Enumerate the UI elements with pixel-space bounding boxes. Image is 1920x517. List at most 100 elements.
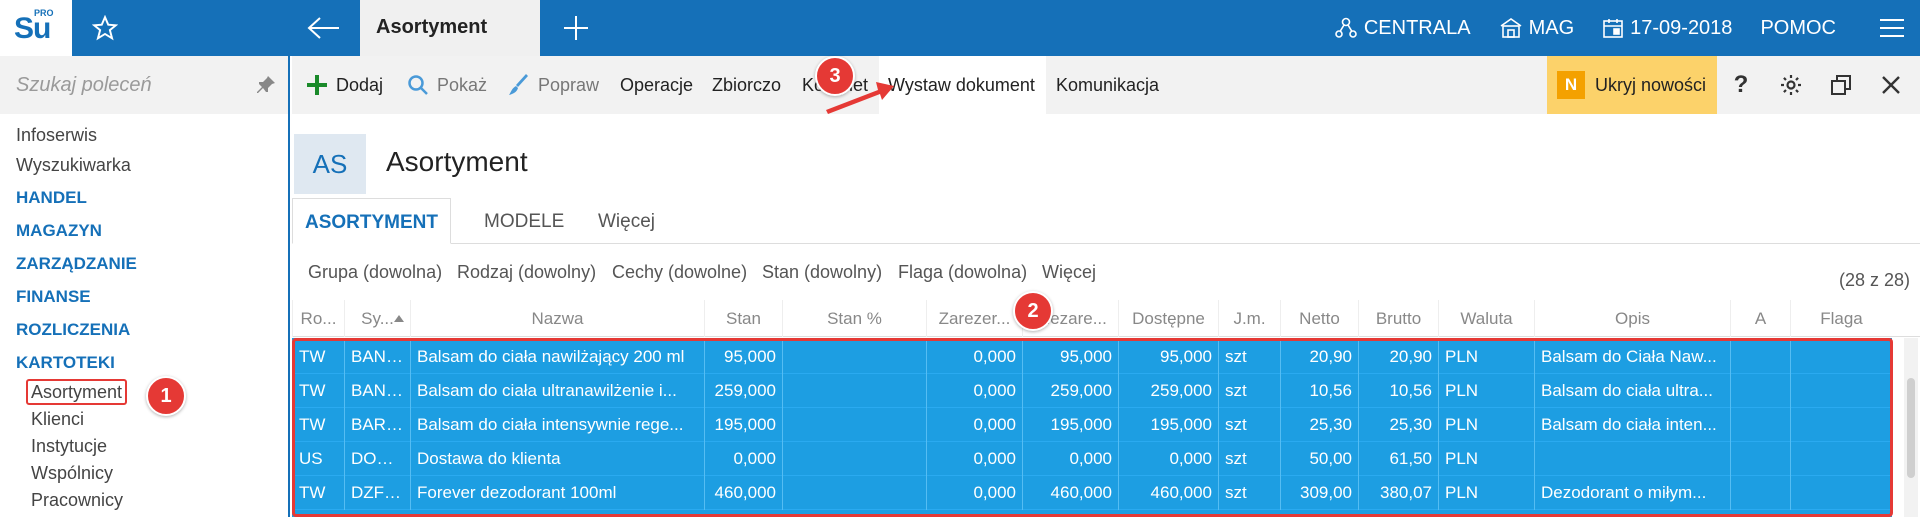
sidebar-section-handel[interactable]: HANDEL [0, 181, 288, 214]
cell-col-zarezerwowane: 0,000 [926, 340, 1022, 374]
header-col-rodzaj[interactable]: Ro... [292, 300, 344, 337]
cell-col-jm: szt [1218, 374, 1280, 408]
table-row[interactable]: US DOST... Dostawa do klienta 0,000 0,000 0,0… [292, 442, 1892, 476]
cell-col-flaga [1790, 408, 1892, 442]
cell-col-opis: Balsam do Ciała Naw... [1534, 340, 1730, 374]
help-icon[interactable]: ? [1716, 56, 1766, 114]
header-col-jm[interactable]: J.m. [1218, 300, 1280, 337]
header-col-brutto[interactable]: Brutto [1358, 300, 1438, 337]
warehouse-mag[interactable]: MAG [1499, 16, 1574, 40]
header-col-stan[interactable]: Stan [704, 300, 782, 337]
cell-col-niezarezerwowane: 0,000 [1022, 442, 1118, 476]
hide-news-button[interactable]: N Ukryj nowości [1547, 56, 1717, 114]
grid-header: Ro... Sy... Nazwa Stan Stan % Zarezer... Nieza… [292, 300, 1920, 337]
table-row[interactable]: TW BARE... Balsam do ciała intensywnie reg… [292, 408, 1892, 442]
cell-col-brutto: 25,30 [1358, 408, 1438, 442]
show-button[interactable]: Pokaż [407, 56, 487, 114]
company-centrala[interactable]: CENTRALA [1334, 16, 1471, 40]
annotation-badge-2: 2 [1013, 291, 1053, 331]
header-col-nazwa[interactable]: Nazwa [410, 300, 704, 337]
sidebar-item-pracownicy[interactable]: Pracownicy [0, 487, 288, 514]
table-row[interactable]: TW BANA... Balsam do ciała nawilżający 200… [292, 340, 1892, 374]
filter-group[interactable]: Grupa (dowolna) [308, 252, 442, 296]
cell-col-symbol: BANA... [344, 340, 410, 374]
cell-col-stan: 195,000 [704, 408, 782, 442]
add-label: Dodaj [336, 74, 384, 95]
filter-flag[interactable]: Flaga (dowolna) [898, 252, 1027, 296]
table-row[interactable]: TW BANA... Balsam do ciała ultranawilżenie… [292, 374, 1892, 408]
filter-more[interactable]: Więcej [1042, 252, 1096, 296]
sidebar-section-magazyn[interactable]: MAGAZYN [0, 214, 288, 247]
header-col-flaga[interactable]: Flaga [1790, 300, 1892, 337]
sidebar-item-wspolnicy[interactable]: Wspólnicy [0, 460, 288, 487]
header-col-waluta[interactable]: Waluta [1438, 300, 1534, 337]
issue-document-button[interactable]: Wystaw dokument [888, 56, 1035, 114]
favorites-star-icon[interactable] [72, 0, 138, 56]
sidebar-item-klienci[interactable]: Klienci [0, 406, 288, 433]
cell-col-stan: 259,000 [704, 374, 782, 408]
filter-stock[interactable]: Stan (dowolny) [762, 252, 882, 296]
cell-col-opis: Balsam do ciała ultra... [1534, 374, 1730, 408]
help-menu[interactable]: POMOC [1760, 17, 1836, 40]
sidebar-item-instytucje[interactable]: Instytucje [0, 433, 288, 460]
edit-label: Popraw [538, 74, 600, 95]
header-col-a[interactable]: A [1730, 300, 1790, 337]
sidebar-section-rozliczenia[interactable]: ROZLICZENIA [0, 313, 288, 346]
cell-col-jm: szt [1218, 408, 1280, 442]
hamburger-menu-icon[interactable] [1864, 0, 1920, 56]
grid-vertical-scrollbar[interactable] [1904, 338, 1918, 517]
header-col-netto[interactable]: Netto [1280, 300, 1358, 337]
edit-button[interactable]: Popraw [508, 56, 599, 114]
pin-icon[interactable] [256, 75, 276, 100]
table-row[interactable]: TW DZFO... Forever dezodorant 100ml 460,000… [292, 476, 1892, 510]
sidebar-section-finanse[interactable]: FINANSE [0, 280, 288, 313]
sidebar-item-wyszukiwarka[interactable]: Wyszukiwarka [0, 150, 288, 181]
work-date[interactable]: 17-09-2018 [1602, 17, 1732, 40]
filter-type[interactable]: Rodzaj (dowolny) [457, 252, 596, 296]
sort-ascending-icon [394, 315, 404, 322]
cell-col-zarezerwowane: 0,000 [926, 374, 1022, 408]
sidebar-section-zarzadzanie[interactable]: ZARZĄDZANIE [0, 247, 288, 280]
view-tabs: ASORTYMENT MODELE Więcej [292, 198, 1920, 244]
restore-window-icon[interactable] [1816, 56, 1866, 114]
cell-col-rodzaj: TW [292, 340, 344, 374]
scrollbar-thumb[interactable] [1907, 378, 1915, 478]
cell-col-opis: Balsam do ciała inten... [1534, 408, 1730, 442]
app-logo[interactable]: Su PRO [0, 0, 72, 56]
company-label: CENTRALA [1363, 16, 1471, 39]
command-search-input[interactable] [16, 70, 236, 100]
operations-button[interactable]: Operacje [620, 56, 693, 114]
show-label: Pokaż [437, 74, 488, 95]
tab-wiecej[interactable]: Więcej [598, 198, 655, 244]
gear-icon[interactable] [1766, 56, 1816, 114]
sidebar-item-asortyment[interactable]: Asortyment [0, 379, 288, 406]
cell-col-nazwa: Balsam do ciała nawilżający 200 ml [410, 340, 704, 374]
warehouse-icon [1500, 18, 1522, 38]
add-button[interactable]: Dodaj [306, 56, 383, 114]
cell-col-waluta: PLN [1438, 476, 1534, 510]
header-col-dostepne[interactable]: Dostępne [1118, 300, 1218, 337]
cell-col-flaga [1790, 340, 1892, 374]
filter-features[interactable]: Cechy (dowolne) [612, 252, 747, 296]
tab-asortyment[interactable]: Asortyment [360, 0, 540, 56]
cell-col-opis [1534, 442, 1730, 476]
back-arrow-icon[interactable] [296, 0, 352, 56]
tab-modele[interactable]: MODELE [484, 198, 564, 244]
cell-col-niezarezerwowane: 95,000 [1022, 340, 1118, 374]
bulk-button[interactable]: Zbiorczo [712, 56, 781, 114]
header-col-zarezerwowane[interactable]: Zarezer... [926, 300, 1022, 337]
cell-col-stan: 95,000 [704, 340, 782, 374]
communication-button[interactable]: Komunikacja [1056, 56, 1159, 114]
cell-col-nazwa: Balsam do ciała intensywnie rege... [410, 408, 704, 442]
header-col-stan-procent[interactable]: Stan % [782, 300, 926, 337]
tab-asortyment-view[interactable]: ASORTYMENT [292, 198, 451, 244]
sidebar: Infoserwis Wyszukiwarka HANDEL MAGAZYN Z… [0, 56, 290, 517]
close-icon[interactable] [1866, 56, 1916, 114]
sidebar-section-kartoteki[interactable]: KARTOTEKI [0, 346, 288, 379]
new-tab-plus-icon[interactable] [548, 0, 604, 56]
sidebar-item-infoserwis[interactable]: Infoserwis [0, 120, 288, 150]
cell-col-netto: 50,00 [1280, 442, 1358, 476]
header-col-opis[interactable]: Opis [1534, 300, 1730, 337]
cell-col-niezarezerwowane: 259,000 [1022, 374, 1118, 408]
cell-col-zarezerwowane: 0,000 [926, 408, 1022, 442]
